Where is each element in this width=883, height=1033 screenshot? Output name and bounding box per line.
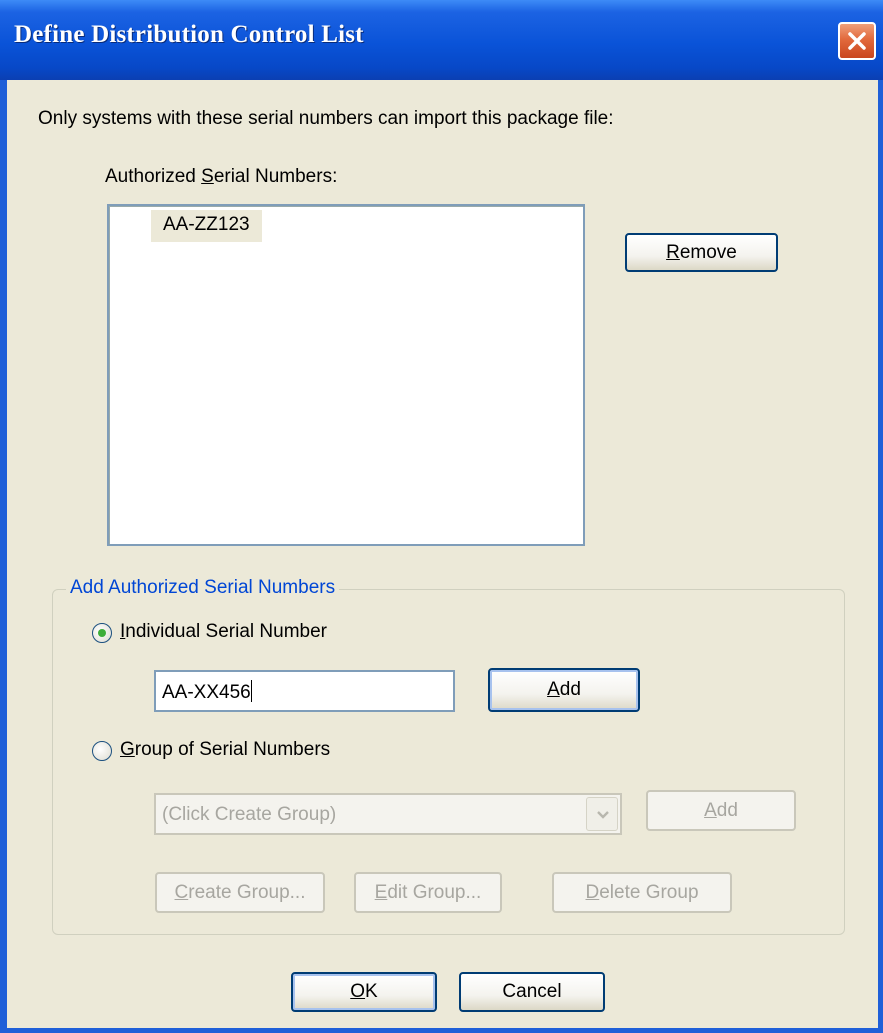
individual-radio[interactable] bbox=[92, 623, 112, 643]
close-icon bbox=[848, 32, 866, 50]
remove-button[interactable]: Remove bbox=[625, 233, 778, 272]
edit-group-button[interactable]: Edit Group... bbox=[354, 872, 502, 913]
group-legend: Add Authorized Serial Numbers bbox=[66, 577, 340, 599]
window-title: Define Distribution Control List bbox=[14, 21, 364, 48]
close-button[interactable] bbox=[838, 22, 876, 60]
list-item[interactable]: AA-ZZ123 bbox=[151, 210, 262, 242]
dialog-body: Only systems with these serial numbers c… bbox=[7, 80, 878, 1028]
authorized-list-label: Authorized Serial Numbers: bbox=[105, 166, 338, 187]
add-group-button[interactable]: Add bbox=[646, 790, 796, 831]
group-select-value: (Click Create Group) bbox=[162, 804, 337, 825]
add-serial-button[interactable]: Add bbox=[488, 668, 640, 712]
group-radio-label[interactable]: Group of Serial Numbers bbox=[120, 739, 330, 761]
dialog-window: Define Distribution Control List Only sy… bbox=[0, 0, 883, 1033]
authorized-serial-list[interactable]: AA-ZZ123 bbox=[107, 204, 585, 546]
cancel-button[interactable]: Cancel bbox=[459, 972, 605, 1012]
chevron-down-icon bbox=[597, 811, 609, 819]
ok-button[interactable]: OK bbox=[291, 972, 437, 1012]
serial-number-input[interactable]: AA-XX456 bbox=[154, 670, 455, 712]
dropdown-arrow-button[interactable] bbox=[586, 797, 618, 831]
radio-selected-dot bbox=[98, 629, 106, 637]
group-radio[interactable] bbox=[92, 741, 112, 761]
text-caret bbox=[250, 680, 252, 702]
delete-group-button[interactable]: Delete Group bbox=[552, 872, 732, 913]
intro-text: Only systems with these serial numbers c… bbox=[38, 108, 614, 129]
title-bar[interactable]: Define Distribution Control List bbox=[0, 0, 883, 80]
group-select[interactable]: (Click Create Group) bbox=[154, 793, 622, 835]
individual-radio-label[interactable]: Individual Serial Number bbox=[120, 621, 327, 643]
create-group-button[interactable]: Create Group... bbox=[155, 872, 325, 913]
